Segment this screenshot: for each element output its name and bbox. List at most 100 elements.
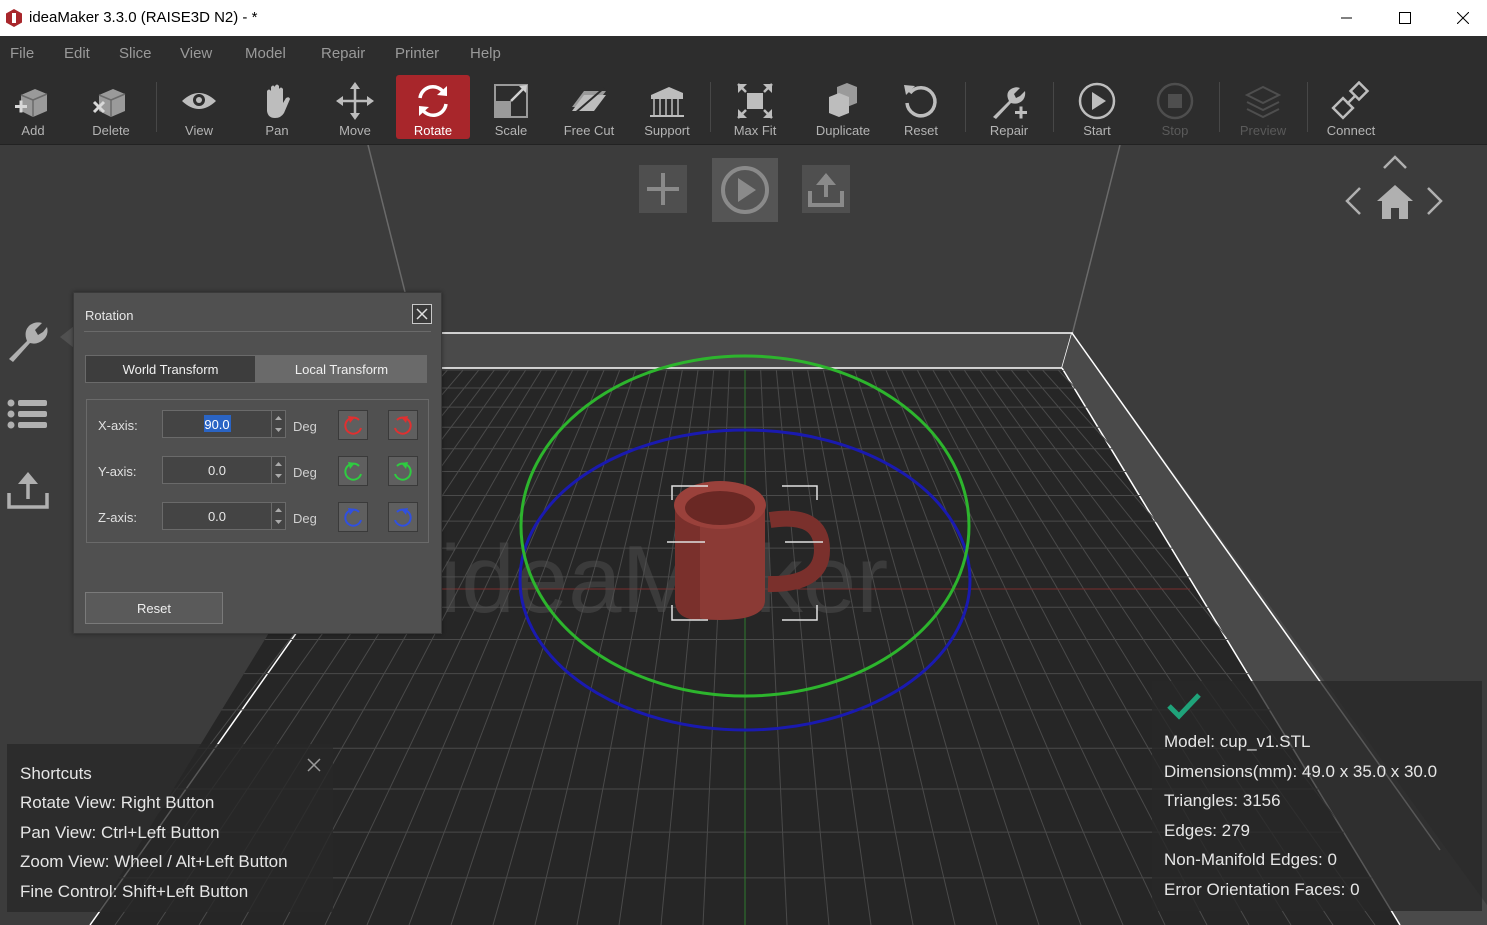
duplicate-button[interactable]: Duplicate — [806, 75, 880, 139]
preview-label: Preview — [1239, 123, 1287, 138]
stop-button[interactable]: Stop — [1138, 75, 1212, 139]
upload-icon[interactable] — [5, 467, 51, 513]
free-cut-label: Free Cut — [563, 123, 615, 138]
menu-slice[interactable]: Slice — [119, 45, 152, 62]
support-icon — [650, 87, 684, 117]
stop-icon — [1156, 82, 1194, 120]
pan-label: Pan — [265, 123, 289, 138]
list-icon[interactable] — [5, 391, 51, 437]
model-non-manifold-edges: Non-Manifold Edges: 0 — [1164, 850, 1337, 869]
z-rotate-ccw-button[interactable] — [338, 502, 368, 532]
model-edges: Edges: 279 — [1164, 821, 1251, 840]
z-rotate-cw-button[interactable] — [388, 502, 418, 532]
minimize-button[interactable] — [1318, 0, 1376, 36]
rotate-ccw-red-icon — [344, 416, 362, 435]
x-rotate-ccw-button[interactable] — [338, 410, 368, 440]
max-fit-button[interactable]: Max Fit — [718, 75, 792, 139]
z-axis-value: 0.0 — [207, 509, 227, 524]
x-rotate-cw-button[interactable] — [388, 410, 418, 440]
minimize-icon — [1341, 17, 1352, 19]
maximize-button[interactable] — [1376, 0, 1434, 36]
menu-edit[interactable]: Edit — [64, 45, 90, 62]
y-rotate-cw-button[interactable] — [388, 456, 418, 486]
shortcut-fine-control: Fine Control: Shift+Left Button — [20, 882, 249, 901]
menu-file[interactable]: File — [10, 45, 34, 62]
chevron-left-icon[interactable] — [1342, 185, 1364, 217]
y-rotate-ccw-button[interactable] — [338, 456, 368, 486]
start-button[interactable]: Start — [1060, 75, 1134, 139]
play-icon — [712, 158, 778, 222]
rotation-panel-title: Rotation — [85, 308, 134, 323]
rotate-label: Rotate — [413, 123, 453, 138]
wrench-plus-icon — [993, 87, 1027, 119]
rotate-cw-red-icon — [394, 416, 412, 435]
toolbar-separator — [1053, 82, 1054, 132]
menu-help[interactable]: Help — [470, 45, 501, 62]
chevron-up-icon[interactable] — [1381, 153, 1409, 171]
support-label: Support — [644, 123, 690, 138]
reset-icon — [904, 85, 937, 118]
z-axis-unit: Deg — [293, 511, 317, 526]
connect-button[interactable]: Connect — [1314, 75, 1388, 139]
play-icon — [1078, 82, 1116, 120]
rotate-cw-green-icon — [394, 462, 412, 481]
y-axis-spinner[interactable] — [271, 457, 285, 483]
rotate-button[interactable]: Rotate — [396, 75, 470, 139]
rotate-cw-blue-icon — [394, 508, 412, 527]
rotation-panel-close-button[interactable] — [412, 304, 432, 324]
quick-export-button[interactable] — [802, 165, 850, 213]
pan-button[interactable]: Pan — [240, 75, 314, 139]
spinner-arrows-icon — [275, 416, 282, 432]
rotation-reset-button[interactable]: Reset — [85, 592, 223, 624]
quick-add-button[interactable] — [639, 165, 687, 213]
support-button[interactable]: Support — [630, 75, 704, 139]
toolbar-separator — [710, 82, 711, 132]
repair-button[interactable]: Repair — [972, 75, 1046, 139]
z-axis-input[interactable]: 0.0 — [162, 502, 286, 530]
duplicate-label: Duplicate — [815, 123, 871, 138]
close-icon[interactable] — [306, 757, 322, 773]
x-axis-spinner[interactable] — [271, 411, 285, 437]
model-info-overlay: Model: cup_v1.STL Dimensions(mm): 49.0 x… — [1152, 681, 1482, 911]
reset-button[interactable]: Reset — [884, 75, 958, 139]
spinner-arrows-icon — [275, 508, 282, 524]
home-icon[interactable] — [1375, 183, 1415, 221]
view-button[interactable]: View — [162, 75, 236, 139]
main-toolbar: Add Delete View Pan Move Rotate Scale Fr… — [0, 70, 1487, 145]
menu-model[interactable]: Model — [245, 45, 286, 62]
wrench-icon[interactable] — [5, 317, 51, 363]
quick-slice-button[interactable] — [712, 158, 778, 222]
app-logo-icon — [6, 9, 22, 27]
move-button[interactable]: Move — [318, 75, 392, 139]
title-bar: ideaMaker 3.3.0 (RAISE3D N2) - * — [0, 0, 1487, 36]
menu-view[interactable]: View — [180, 45, 212, 62]
free-cut-button[interactable]: Free Cut — [552, 75, 626, 139]
y-axis-input[interactable]: 0.0 — [162, 456, 286, 484]
z-axis-spinner[interactable] — [271, 503, 285, 529]
x-axis-unit: Deg — [293, 419, 317, 434]
tab-local-transform[interactable]: Local Transform — [256, 355, 427, 383]
tab-world-transform[interactable]: World Transform — [85, 355, 256, 383]
rotation-panel: Rotation World Transform Local Transform… — [73, 292, 442, 634]
shortcuts-title: Shortcuts — [20, 764, 92, 783]
connect-icon — [1331, 81, 1370, 120]
window-title: ideaMaker 3.3.0 (RAISE3D N2) - * — [29, 9, 258, 26]
max-fit-icon — [737, 83, 773, 119]
connect-label: Connect — [1326, 123, 1376, 138]
checkmark-icon — [1167, 693, 1201, 720]
model-name: Model: cup_v1.STL — [1164, 732, 1311, 751]
chevron-right-icon[interactable] — [1424, 185, 1446, 217]
menu-printer[interactable]: Printer — [395, 45, 439, 62]
shortcut-pan: Pan View: Ctrl+Left Button — [20, 823, 220, 842]
preview-button[interactable]: Preview — [1226, 75, 1300, 139]
y-axis-label: Y-axis: — [98, 464, 137, 479]
close-button[interactable] — [1434, 0, 1487, 36]
add-button[interactable]: Add — [0, 75, 70, 139]
scale-button[interactable]: Scale — [474, 75, 548, 139]
delete-button[interactable]: Delete — [74, 75, 148, 139]
move-label: Move — [339, 123, 371, 138]
x-axis-input[interactable]: 90.0 90.0 — [162, 410, 286, 438]
stop-label: Stop — [1161, 123, 1189, 138]
menu-repair[interactable]: Repair — [321, 45, 365, 62]
spinner-arrows-icon — [275, 462, 282, 478]
